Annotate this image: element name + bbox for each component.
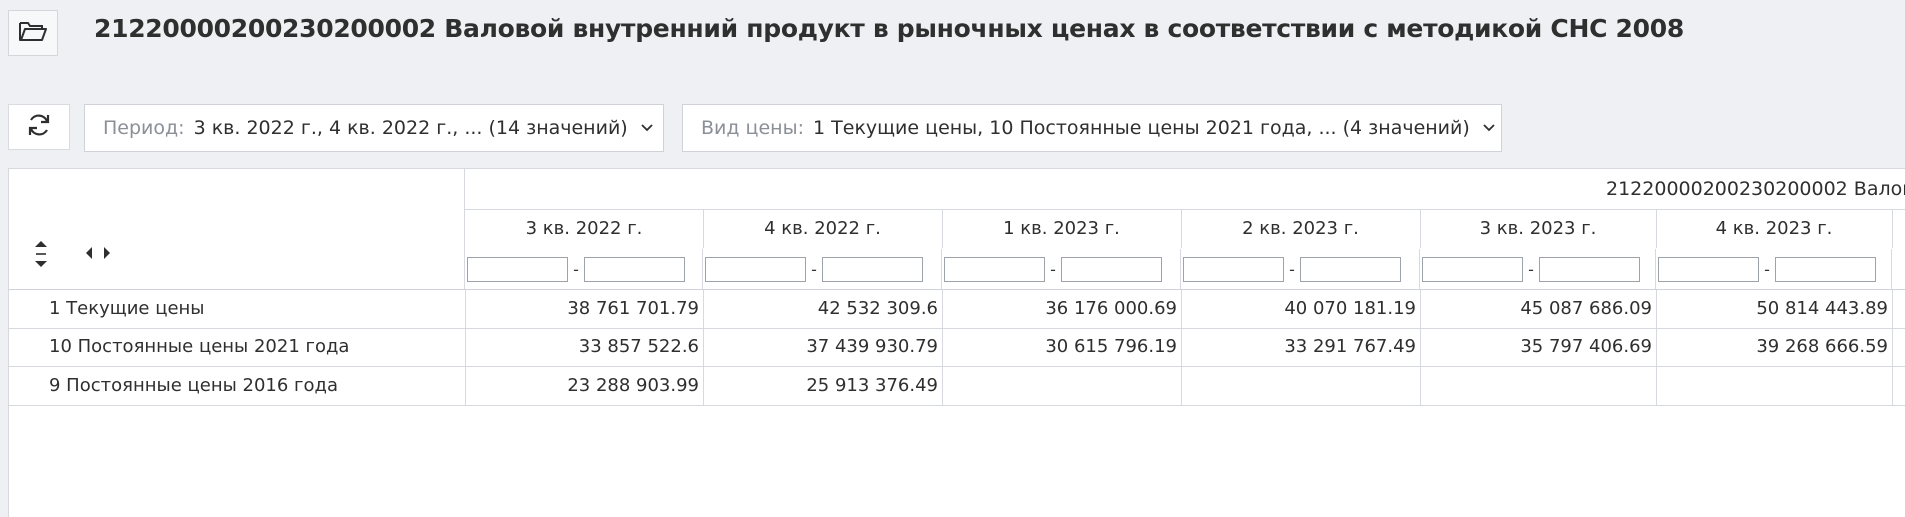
column-stub (1897, 249, 1905, 289)
table-cell-edge (1892, 290, 1905, 328)
range-separator: - (1764, 259, 1770, 279)
column-header[interactable]: 3 кв. 2022 г. (465, 210, 704, 248)
table-cell[interactable]: 35 797 406.69 (1420, 328, 1656, 366)
range-to-input[interactable] (1300, 256, 1401, 282)
table-cell[interactable]: 33 857 522.6 (465, 328, 703, 366)
range-separator: - (1050, 259, 1056, 279)
column-header[interactable]: 4 кв. 2022 г. (703, 210, 943, 248)
range-to-input[interactable] (822, 256, 923, 282)
range-separator: - (1528, 259, 1534, 279)
range-to-input[interactable] (584, 256, 685, 282)
data-table: 21220000200230200002 Валовой 3 кв. 2022 … (8, 168, 1905, 517)
row-label: 1 Текущие цены (49, 298, 205, 319)
table-cell-edge (1892, 367, 1905, 405)
table-cell[interactable] (1420, 367, 1656, 405)
range-from-input[interactable] (1422, 256, 1523, 282)
table-cell[interactable]: 50 814 443.89 (1656, 290, 1892, 328)
table-cell[interactable]: 38 761 701.79 (465, 290, 703, 328)
column-range-filter: - (1181, 249, 1420, 289)
table-cell[interactable]: 25 913 376.49 (703, 367, 942, 405)
price-type-filter-value: 1 Текущие цены, 10 Постоянные цены 2021 … (813, 117, 1470, 139)
range-to-input[interactable] (1539, 256, 1640, 282)
column-group-header-text: 21220000200230200002 Валовой (1606, 178, 1905, 200)
table-cell[interactable] (1181, 367, 1420, 405)
column-header[interactable]: 2 кв. 2023 г. (1181, 210, 1421, 248)
row-label: 10 Постоянные цены 2021 года (49, 336, 350, 357)
range-to-input[interactable] (1061, 256, 1162, 282)
table-cell[interactable] (942, 367, 1181, 405)
column-group-header: 21220000200230200002 Валовой (465, 169, 1905, 210)
column-header[interactable]: 3 кв. 2023 г. (1420, 210, 1657, 248)
column-range-filter: - (703, 249, 942, 289)
table-cell[interactable]: 36 176 000.69 (942, 290, 1181, 328)
column-range-filter: - (942, 249, 1181, 289)
range-to-input[interactable] (1775, 256, 1876, 282)
price-type-filter-dropdown[interactable]: Вид цены: 1 Текущие цены, 10 Постоянные … (682, 104, 1502, 152)
folder-open-icon (18, 20, 48, 46)
table-cell[interactable]: 37 439 930.79 (703, 328, 942, 366)
column-range-filter: - (1656, 249, 1892, 289)
table-cell[interactable] (1656, 367, 1892, 405)
range-separator: - (811, 259, 817, 279)
table-row[interactable]: 9 Постоянные цены 2016 года 23 288 903.99… (9, 367, 1905, 406)
column-header[interactable]: 4 кв. 2023 г. (1656, 210, 1893, 248)
table-cell[interactable]: 33 291 767.49 (1181, 328, 1420, 366)
chevron-down-icon (640, 123, 654, 133)
table-cell[interactable]: 40 070 181.19 (1181, 290, 1420, 328)
period-filter-label: Период: (103, 117, 185, 139)
range-from-input[interactable] (944, 256, 1045, 282)
period-filter-value: 3 кв. 2022 г., 4 кв. 2022 г., ... (14 зн… (193, 117, 628, 139)
chevron-down-icon (1482, 123, 1496, 133)
column-range-filter: - (1420, 249, 1656, 289)
column-header[interactable]: 1 кв. 2023 г. (942, 210, 1182, 248)
price-type-filter-label: Вид цены: (701, 117, 805, 139)
refresh-icon (26, 112, 52, 142)
table-corner (9, 169, 465, 289)
row-label: 9 Постоянные цены 2016 года (49, 375, 338, 396)
column-range-filter: - (465, 249, 703, 289)
table-row[interactable]: 1 Текущие цены 38 761 701.79 42 532 309.6 3… (9, 290, 1905, 329)
table-cell[interactable]: 39 268 666.59 (1656, 328, 1892, 366)
column-navigation-icon[interactable] (83, 245, 113, 265)
period-filter-dropdown[interactable]: Период: 3 кв. 2022 г., 4 кв. 2022 г., ..… (84, 104, 664, 152)
range-from-input[interactable] (1658, 256, 1759, 282)
range-from-input[interactable] (1183, 256, 1284, 282)
range-from-input[interactable] (467, 256, 568, 282)
table-cell[interactable]: 30 615 796.19 (942, 328, 1181, 366)
table-cell[interactable]: 42 532 309.6 (703, 290, 942, 328)
table-cell[interactable]: 23 288 903.99 (465, 367, 703, 405)
table-cell-edge (1892, 328, 1905, 366)
refresh-button[interactable] (8, 104, 70, 150)
table-cell[interactable]: 45 087 686.09 (1420, 290, 1656, 328)
open-folder-button[interactable] (8, 10, 58, 56)
range-from-input[interactable] (705, 256, 806, 282)
sort-rows-icon[interactable] (33, 239, 49, 273)
range-separator: - (573, 259, 579, 279)
range-separator: - (1289, 259, 1295, 279)
page-title: 21220000200230200002 Валовой внутренний … (94, 14, 1684, 43)
table-row[interactable]: 10 Постоянные цены 2021 года 33 857 522.6… (9, 328, 1905, 367)
